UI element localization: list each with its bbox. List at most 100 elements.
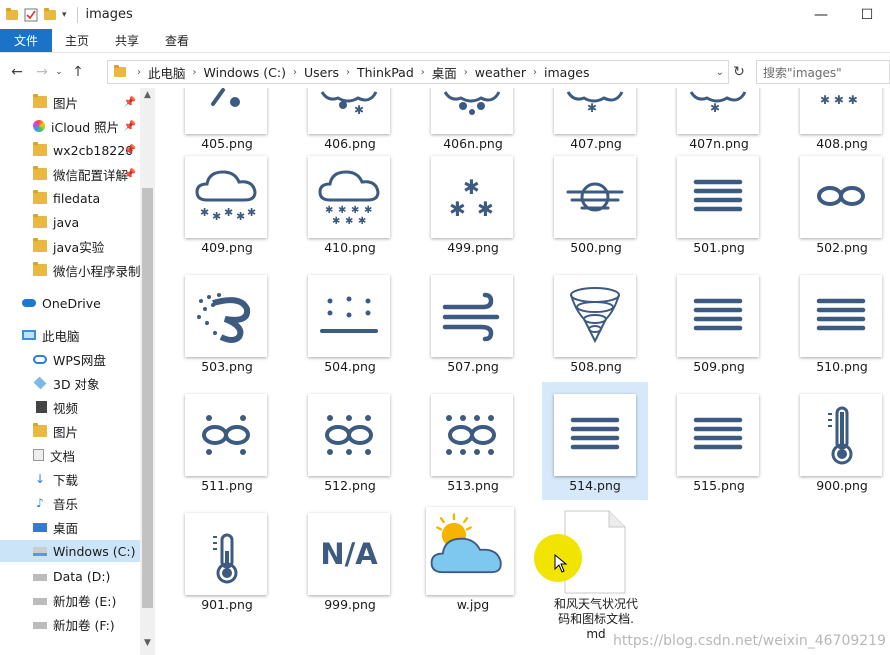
- file-tile[interactable]: ✱ ✱ ✱ ✱ ✱ ✱ ✱ 410.png: [283, 154, 390, 272]
- breadcrumb-thinkpad[interactable]: ThinkPad: [357, 65, 414, 80]
- breadcrumb-weather[interactable]: weather: [475, 65, 526, 80]
- tab-share[interactable]: 共享: [102, 29, 152, 52]
- quick-access-dropdown-icon[interactable]: ▾: [62, 10, 67, 20]
- file-name: 508.png: [570, 359, 622, 374]
- scroll-up-icon[interactable]: ▲: [140, 90, 155, 100]
- svg-text:✱: ✱: [364, 205, 372, 216]
- file-tile[interactable]: 511.png: [160, 392, 267, 510]
- tab-home[interactable]: 主页: [52, 29, 102, 52]
- file-tile[interactable]: 513.png: [406, 392, 513, 510]
- file-tile[interactable]: 502.png: [775, 154, 882, 272]
- chevron-right-icon: ›: [420, 66, 425, 78]
- sidebar-item-miniprogram[interactable]: 微信小程序录制: [0, 259, 140, 281]
- up-arrow-icon[interactable]: ↑: [68, 64, 88, 80]
- sidebar-item-videos[interactable]: 视频: [0, 396, 140, 418]
- sidebar-item-documents[interactable]: 文档: [0, 444, 140, 466]
- breadcrumb-users[interactable]: Users: [304, 65, 339, 80]
- file-tile[interactable]: 507.png: [406, 273, 513, 391]
- weather-thumbnail: [554, 156, 636, 238]
- tab-file[interactable]: 文件: [0, 29, 53, 52]
- breadcrumb-desktop[interactable]: 桌面: [432, 63, 457, 82]
- file-tile[interactable]: 501.png: [652, 154, 759, 272]
- recent-locations-icon[interactable]: ⌄: [52, 67, 66, 77]
- cloud-snow-icon: ✱ ✱ ✱ ✱ ✱: [195, 170, 257, 223]
- maximize-button[interactable]: ☐: [844, 0, 890, 29]
- properties-icon[interactable]: [24, 8, 38, 22]
- icloud-photos-icon: [33, 120, 45, 132]
- sidebar-item-java[interactable]: java: [0, 211, 140, 233]
- drive-icon: [33, 622, 47, 629]
- file-tile[interactable]: 509.png: [652, 273, 759, 391]
- scrollbar-thumb[interactable]: [142, 188, 153, 608]
- scroll-down-icon[interactable]: ▼: [140, 638, 155, 648]
- weather-thumbnail: [431, 88, 513, 134]
- pictures-icon: [33, 423, 47, 437]
- breadcrumb-c-drive[interactable]: Windows (C:): [204, 65, 286, 80]
- file-tile[interactable]: N/A 999.png: [283, 511, 390, 629]
- file-tile[interactable]: 900.png: [775, 392, 882, 510]
- document-icon: [33, 449, 44, 461]
- search-input[interactable]: 搜索"images": [756, 60, 890, 84]
- weather-thumbnail: ✱ ✱ ✱: [431, 156, 513, 238]
- sidebar-item-downloads[interactable]: ↓ 下载: [0, 468, 140, 490]
- file-tile[interactable]: ✱ ✱ ✱ 499.png: [406, 154, 513, 272]
- md-file-name-line: 和风天气状况代: [553, 597, 638, 611]
- sidebar-item-wps[interactable]: WPS网盘: [0, 348, 140, 370]
- sidebar-item-f-drive[interactable]: 新加卷 (F:): [0, 613, 140, 635]
- refresh-icon[interactable]: ↻: [730, 60, 748, 84]
- breadcrumb-this-pc[interactable]: 此电脑: [148, 63, 186, 82]
- wind-icon: [442, 292, 500, 342]
- file-tile[interactable]: ✱ ✱ ✱ ✱ ✱ 409.png: [160, 154, 267, 272]
- file-tile[interactable]: 500.png: [529, 154, 636, 272]
- file-name: 513.png: [447, 478, 499, 493]
- sidebar-item-wx2cb[interactable]: wx2cb18220 📌: [0, 139, 140, 161]
- windows-drive-icon: [33, 546, 47, 556]
- svg-text:✱: ✱: [224, 206, 233, 219]
- address-bar[interactable]: › 此电脑 › Windows (C:) › Users › ThinkPad …: [107, 60, 729, 84]
- sidebar-item-c-drive[interactable]: Windows (C:): [0, 540, 140, 562]
- sidebar-item-e-drive[interactable]: 新加卷 (E:): [0, 589, 140, 611]
- sidebar-end: [0, 647, 140, 648]
- file-tile[interactable]: 508.png: [529, 273, 636, 391]
- snow-icon: ✱ ✱ ✱: [820, 93, 858, 107]
- pictures-folder-icon: [33, 94, 47, 108]
- sidebar-item-3d-objects[interactable]: 3D 对象: [0, 372, 140, 394]
- file-tile[interactable]: w.jpg: [406, 507, 514, 629]
- file-tile-selected[interactable]: 514.png: [542, 382, 648, 500]
- file-name: 999.png: [324, 597, 376, 612]
- sidebar-item-icloud[interactable]: iCloud 照片 📌: [0, 115, 140, 137]
- weather-thumbnail: [431, 394, 513, 476]
- minimize-button[interactable]: —: [798, 0, 844, 29]
- sidebar-item-java-lab[interactable]: java实验: [0, 235, 140, 257]
- file-tile[interactable]: 504.png: [283, 273, 390, 391]
- back-arrow-icon[interactable]: ←: [7, 64, 27, 80]
- file-tile[interactable]: 510.png: [775, 273, 882, 391]
- forward-arrow-icon[interactable]: →: [32, 64, 52, 80]
- sidebar-item-desktop[interactable]: 桌面: [0, 516, 140, 538]
- sidebar-item-filedata[interactable]: filedata: [0, 187, 140, 209]
- file-tile[interactable]: 503.png: [160, 273, 267, 391]
- file-tile[interactable]: 901.png: [160, 511, 267, 629]
- folder-icon: [33, 190, 47, 204]
- sidebar-item-this-pc[interactable]: 此电脑: [0, 324, 140, 346]
- chevron-right-icon: ›: [533, 66, 538, 78]
- sidebar-item-d-drive[interactable]: Data (D:): [0, 565, 140, 587]
- fog-icon: [693, 417, 743, 450]
- breadcrumb-images[interactable]: images: [544, 65, 589, 80]
- file-tile[interactable]: 512.png: [283, 392, 390, 510]
- tab-view[interactable]: 查看: [152, 29, 202, 52]
- sidebar-item-music[interactable]: ♪ 音乐: [0, 492, 140, 514]
- file-tile[interactable]: 515.png: [652, 392, 759, 510]
- new-folder-icon[interactable]: [44, 7, 56, 20]
- svg-text:✱: ✱: [332, 216, 340, 227]
- folder-icon: [114, 65, 126, 77]
- sidebar-scrollbar[interactable]: ▲ ▼: [140, 88, 155, 655]
- address-dropdown-icon[interactable]: ⌄: [716, 67, 724, 78]
- svg-text:✱: ✱: [463, 175, 480, 199]
- sidebar-item-pictures-quick[interactable]: 图片 📌: [0, 91, 140, 113]
- sidebar-item-onedrive[interactable]: OneDrive: [0, 292, 140, 314]
- sun-cloud-icon: [430, 513, 502, 574]
- file-name: 512.png: [324, 478, 376, 493]
- sidebar-item-pictures[interactable]: 图片: [0, 420, 140, 442]
- sidebar-item-wechat-config[interactable]: 微信配置详解 📌: [0, 163, 140, 185]
